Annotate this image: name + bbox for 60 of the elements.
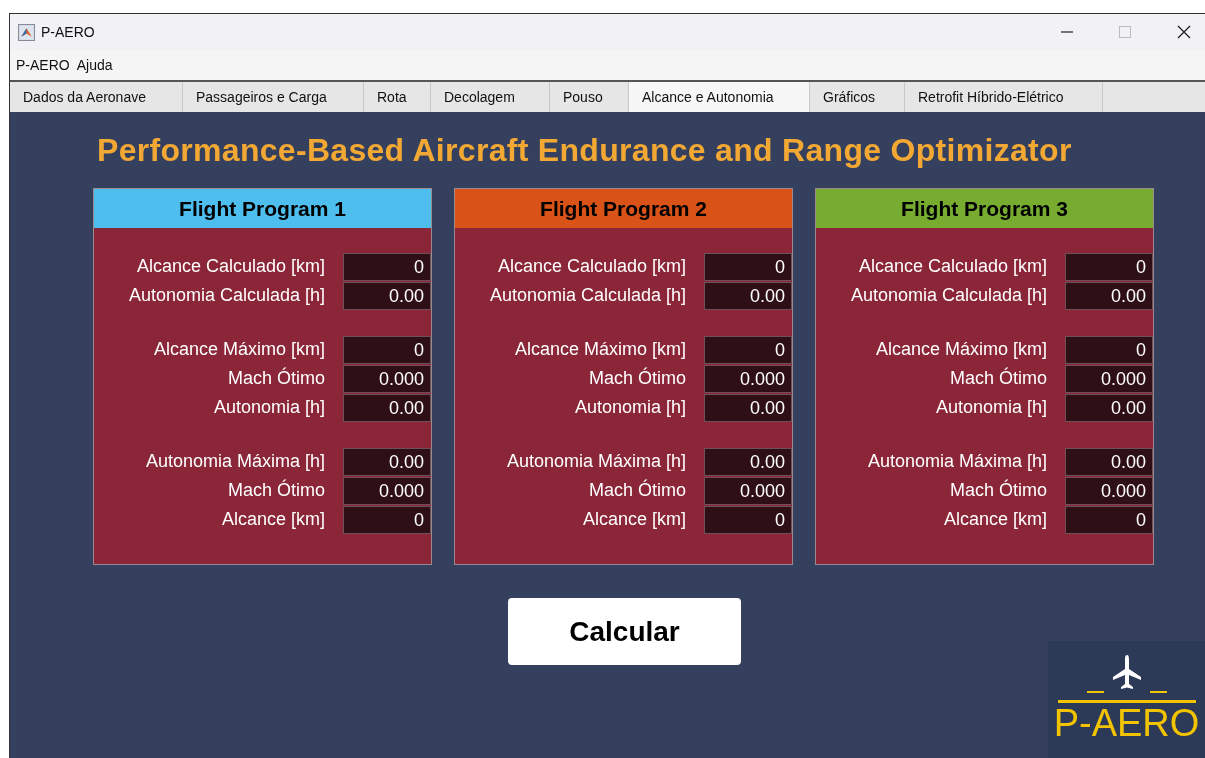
field-label: Mach Ótimo [949,368,1047,389]
field-label: Alcance Calculado [km] [497,256,686,277]
field-label: Autonomia Calculada [h] [850,285,1047,306]
field-label: Alcance [km] [943,509,1047,530]
field-label: Mach Ótimo [227,368,325,389]
value-field: 0 [704,335,792,364]
field-label: Mach Ótimo [588,368,686,389]
value-field: 0.00 [704,447,792,476]
app-icon [18,23,35,41]
window-title: P-AERO [41,24,95,40]
field-label: Autonomia Máxima [h] [145,451,325,472]
field-label: Autonomia [h] [574,397,686,418]
value-field: 0.000 [1065,364,1153,393]
value-field: 0.000 [704,364,792,393]
field-label: Autonomia Máxima [h] [506,451,686,472]
value-field: 0.00 [704,281,792,310]
value-field: 0.00 [343,281,431,310]
field-label: Autonomia Calculada [h] [128,285,325,306]
field-label: Alcance Máximo [km] [514,339,686,360]
value-field: 0.00 [1065,447,1153,476]
field-label: Alcance Calculado [km] [858,256,1047,277]
field-label: Alcance Máximo [km] [153,339,325,360]
value-field: 0 [704,505,792,534]
logo-text: P-AERO [1053,703,1200,743]
panel-header: Flight Program 2 [455,189,792,228]
field-label: Alcance [km] [582,509,686,530]
value-field: 0.00 [343,393,431,422]
panel-header: Flight Program 3 [816,189,1153,228]
value-field: 0 [343,335,431,364]
value-field: 0.000 [343,364,431,393]
menu-item[interactable]: Ajuda [76,57,113,73]
value-field: 0 [704,252,792,281]
field-label: Mach Ótimo [949,480,1047,501]
value-field: 0.000 [704,476,792,505]
value-field: 0 [1065,335,1153,364]
value-field: 0.00 [1065,393,1153,422]
field-label: Alcance [km] [221,509,325,530]
value-field: 0.000 [1065,476,1153,505]
value-field: 0.00 [343,447,431,476]
menu-item[interactable]: P-AERO [16,57,70,73]
page-heading: Performance-Based Aircraft Endurance and Range Optimizator [96,132,1073,169]
field-label: Autonomia [h] [213,397,325,418]
field-label: Mach Ótimo [588,480,686,501]
value-field: 0.00 [704,393,792,422]
panel-header: Flight Program 1 [94,189,431,228]
field-label: Alcance Máximo [km] [875,339,1047,360]
field-label: Autonomia Calculada [h] [489,285,686,306]
value-field: 0 [1065,505,1153,534]
field-label: Mach Ótimo [227,480,325,501]
value-field: 0 [343,252,431,281]
field-label: Alcance Calculado [km] [136,256,325,277]
value-field: 0 [1065,252,1153,281]
calculate-button[interactable]: Calcular [508,598,741,665]
field-label: Autonomia Máxima [h] [867,451,1047,472]
close-icon[interactable] [1177,25,1191,39]
tab[interactable]: Alcance e Autonomia [629,82,810,112]
field-label: Autonomia [h] [935,397,1047,418]
value-field: 0 [343,505,431,534]
value-field: 0.000 [343,476,431,505]
value-field: 0.00 [1065,281,1153,310]
